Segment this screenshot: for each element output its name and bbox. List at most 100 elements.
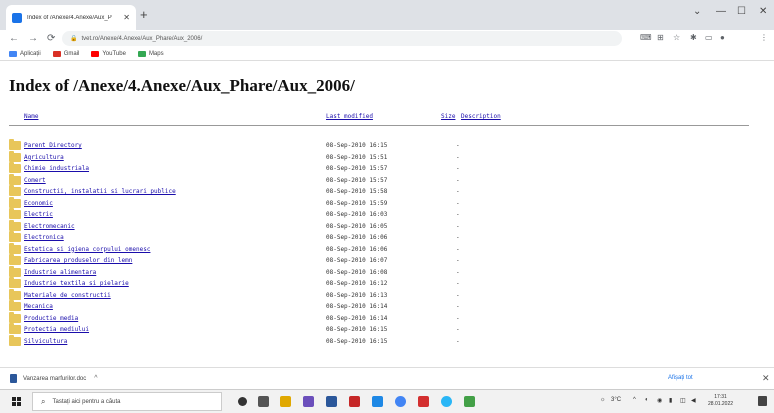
last-modified: 08-Sep-2010 16:03 [326,211,388,218]
show-all-downloads-link[interactable]: Afișați tot [668,375,693,381]
column-header-size[interactable]: Size [441,113,455,120]
last-modified: 08-Sep-2010 16:14 [326,303,388,310]
volume-icon[interactable]: ◀ [691,397,696,404]
directory-link[interactable]: Electric [24,211,53,218]
page-title: Index of /Anexe/4.Anexe/Aux_Phare/Aux_20… [9,76,355,95]
directory-link[interactable]: Industrie textila si pielarie [24,280,129,287]
directory-link[interactable]: Chimie industriala [24,165,89,172]
back-icon[interactable]: ← [9,33,19,44]
table-row: Protectia mediului 08-Sep-2010 16:15 - [9,323,749,336]
directory-link[interactable]: Materiale de constructii [24,292,111,299]
table-row: Industrie alimentara 08-Sep-2010 16:08 - [9,265,749,279]
share-icon[interactable]: ⊞ [657,33,664,42]
weather-icon[interactable]: ☼ [600,397,606,403]
youtube-icon [91,50,100,57]
directory-link[interactable]: Agricultura [24,154,64,161]
app-icon[interactable] [464,396,475,407]
bookmark-apps[interactable]: Aplicații [9,50,41,57]
close-tab-icon[interactable]: ✕ [123,13,130,22]
table-row: Chimie industriala 08-Sep-2010 15:57 - [9,162,749,175]
close-download-bar-icon[interactable]: ✕ [762,373,770,384]
app-icon[interactable] [418,396,429,407]
file-explorer-icon[interactable] [280,396,291,407]
last-modified: 08-Sep-2010 16:08 [326,268,388,276]
extensions-icon[interactable]: ✱ [690,33,697,42]
directory-link[interactable]: Mecanica [24,303,53,310]
taskbar-clock[interactable]: 17:31 28.01.2022 [708,394,733,408]
tab-search-icon[interactable]: ⌄ [693,6,701,17]
battery-icon[interactable]: ▮ [669,397,672,404]
last-modified: 08-Sep-2010 16:12 [326,280,388,287]
chrome-icon[interactable] [395,396,406,407]
folder-icon [9,254,21,265]
directory-link[interactable]: Estetica si igiena corpului omenesc [24,246,150,253]
maximize-button[interactable]: ☐ [737,6,746,17]
tray-chevron-icon[interactable]: ^ [633,397,636,403]
sidebar-icon[interactable]: ▭ [705,33,713,42]
tray-app-icon[interactable]: ◉ [657,397,662,404]
network-icon[interactable]: ◫ [680,397,686,404]
translate-icon[interactable]: ⌨ [640,33,652,42]
app-icon[interactable] [349,396,360,407]
browser-tab[interactable]: Index of /Anexe/4.Anexe/Aux_P ✕ [6,5,136,30]
search-icon: ⌕ [41,396,46,406]
app-icon[interactable] [441,396,452,407]
bookmark-label: Gmail [63,50,80,57]
file-size: - [456,211,460,218]
last-modified: 08-Sep-2010 16:15 [326,326,388,333]
directory-link[interactable]: Fabricarea produselor din lemn [24,257,132,264]
chevron-up-icon[interactable]: ^ [94,375,97,382]
download-item[interactable]: Vanzarea marfurilor.doc ^ [10,374,98,383]
download-filename: Vanzarea marfurilor.doc [23,375,87,382]
table-row: Parent Directory 08-Sep-2010 16:15 - [9,139,749,152]
task-view-icon[interactable] [258,396,269,407]
forward-icon[interactable]: → [28,33,38,44]
folder-icon [9,311,21,323]
directory-link[interactable]: Silvicultura [24,338,67,345]
windows-start-icon[interactable] [12,397,21,406]
folder-icon [9,162,21,173]
column-header-description[interactable]: Description [461,113,501,120]
profile-avatar-icon[interactable]: ● [720,33,725,42]
folder-icon [9,231,21,242]
bookmark-maps[interactable]: Maps [137,50,164,57]
bookmark-star-icon[interactable]: ☆ [673,33,680,42]
directory-link[interactable]: Industrie alimentara [24,269,96,276]
new-tab-button[interactable]: + [140,7,148,22]
notifications-icon[interactable] [758,396,767,406]
bookmark-gmail[interactable]: Gmail [52,50,80,57]
tray-app-icon[interactable]: ◐ [645,397,649,403]
directory-link[interactable]: Comert [24,177,46,184]
temperature[interactable]: 3°C [611,397,621,403]
minimize-button[interactable]: — [716,6,726,17]
directory-link[interactable]: Constructii, instalatii si lucrari publi… [24,188,176,195]
last-modified: 08-Sep-2010 16:15 [326,142,388,149]
file-size: - [456,257,460,264]
address-bar[interactable]: 🔒 tvet.ro/Anexe/4.Anexe/Aux_Phare/Aux_20… [62,31,622,46]
address-url[interactable]: tvet.ro/Anexe/4.Anexe/Aux_Phare/Aux_2006… [81,36,202,42]
directory-link[interactable]: Electronica [24,234,64,241]
directory-link[interactable]: Parent Directory [24,142,82,149]
directory-link[interactable]: Economic [24,200,53,207]
cortana-icon[interactable] [238,397,247,406]
column-header-modified[interactable]: Last modified [326,113,373,120]
table-row: Constructii, instalatii si lucrari publi… [9,185,749,198]
app-icon[interactable] [372,396,383,407]
word-icon[interactable] [326,396,337,407]
last-modified: 08-Sep-2010 16:14 [326,314,388,322]
close-window-button[interactable]: ✕ [759,6,767,17]
clock-date: 28.01.2022 [708,401,734,407]
table-row: Fabricarea produselor din lemn 08-Sep-201… [9,254,749,267]
directory-link[interactable]: Protectia mediului [24,326,89,333]
directory-link[interactable]: Productie media [24,315,78,322]
column-header-name[interactable]: Name [24,113,38,120]
bookmark-youtube[interactable]: YouTube [91,50,126,57]
table-row: Estetica si igiena corpului omenesc 08-Se… [9,242,749,256]
menu-kebab-icon[interactable]: ⋮ [760,33,768,42]
reload-icon[interactable]: ⟳ [47,33,55,44]
app-icon[interactable] [303,396,314,407]
taskbar-search[interactable]: ⌕ Tastați aici pentru a căuta [32,392,222,411]
directory-link[interactable]: Electromecanic [24,223,75,230]
folder-icon [9,173,21,185]
file-size: - [456,234,460,241]
